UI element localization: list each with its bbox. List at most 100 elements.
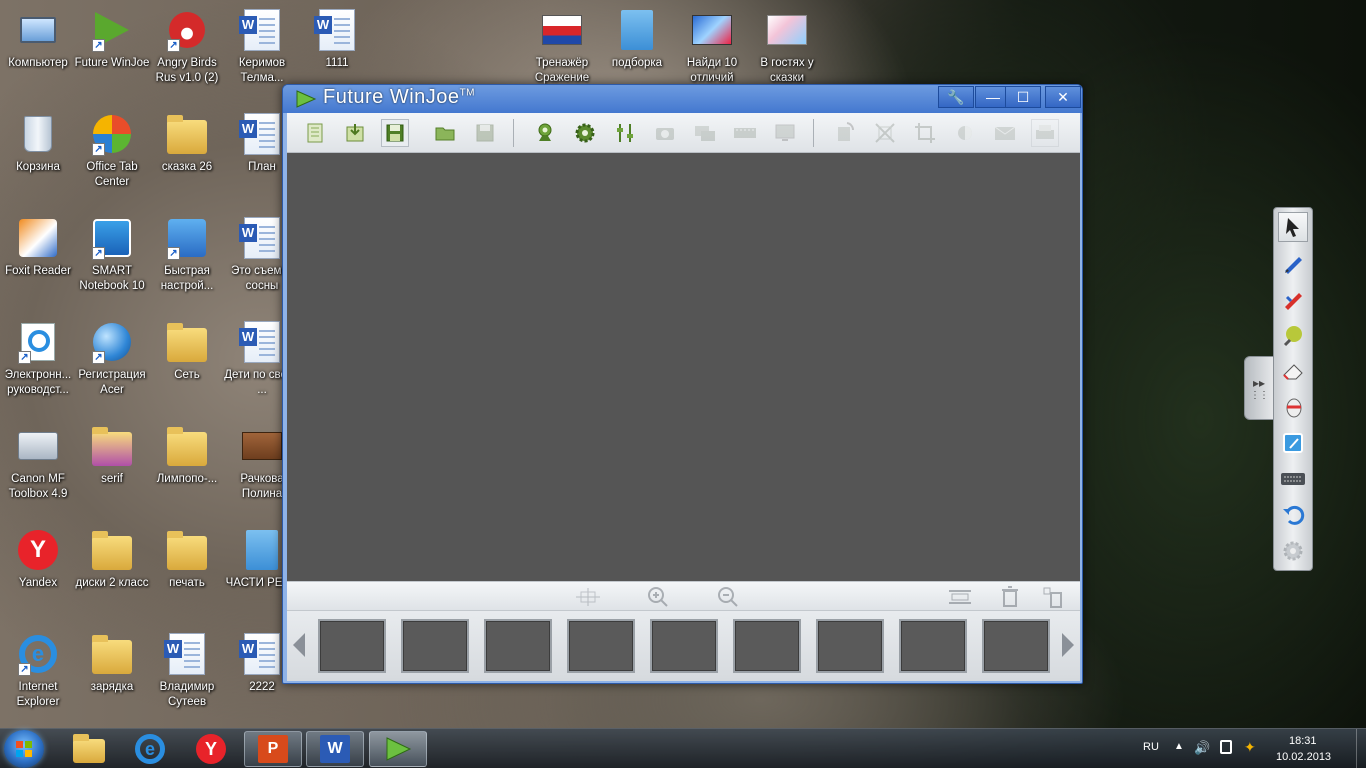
network-icon[interactable] [1220,740,1232,754]
smart-toolbar-toggle[interactable]: ▸▸ ⋮⋮ [1244,356,1274,420]
desktop-icon-internet-explorer[interactable]: e ↗ Internet Explorer [0,624,76,720]
scroll-left-arrow-icon[interactable] [293,633,305,657]
clock-time[interactable]: 18:31 [1289,735,1317,747]
display-button[interactable] [771,119,799,147]
clock-date[interactable]: 10.02.2013 [1276,751,1331,763]
burst-capture-button[interactable] [691,119,719,147]
desktop-icon-yandex[interactable]: Y Yandex [0,520,76,616]
taskbar-explorer[interactable] [60,731,118,767]
adjustments-button[interactable] [611,119,639,147]
thumbnail-slot[interactable] [318,619,386,673]
import-button[interactable] [341,119,369,147]
preview-canvas[interactable] [287,153,1080,581]
delete-all-button[interactable] [1041,585,1065,609]
taskbar-yandex[interactable]: Y [182,731,240,767]
camera-source-button[interactable] [531,119,559,147]
desktop-icon-network[interactable]: Сеть [149,312,225,408]
smart-settings-tool[interactable] [1278,536,1308,566]
delete-thumbnail-button[interactable] [999,585,1021,609]
highlighter-tool[interactable] [1278,320,1308,350]
camera-icon [656,128,674,140]
desktop-icon-canon[interactable]: Canon MF Toolbox 4.9 [0,416,76,512]
thumbnail-slot[interactable] [650,619,718,673]
thumbnail-slot[interactable] [982,619,1050,673]
open-folder-button[interactable] [431,119,459,147]
desktop-icon-podborka[interactable]: подборка [599,0,675,96]
thumbnail-slot[interactable] [733,619,801,673]
desktop-icon-recycle-bin[interactable]: Корзина [0,104,76,200]
desktop-icon-angry-birds[interactable]: ↗ Angry Birds Rus v1.0 (2) [149,0,225,96]
desktop-icon-office-tab[interactable]: ↗ Office Tab Center [74,104,150,200]
rotate-icon [838,122,855,141]
thumbnail-strip [287,611,1080,681]
new-page-button[interactable] [301,119,329,147]
taskbar-internet-explorer[interactable]: e [121,731,179,767]
crop-button[interactable] [911,119,939,147]
title-bar[interactable]: Future WinJoeTM 🔧 — ☐ ✕ [283,85,1082,113]
desktop-icon-pechat[interactable]: печать [149,520,225,616]
double-chevron-right-icon: ▸▸ [1252,375,1266,390]
show-desktop-button[interactable] [1356,729,1366,768]
pen-tool-blue[interactable] [1278,248,1308,278]
desktop-icon-v-gostyah[interactable]: В гостях у сказки [749,0,825,96]
zoom-in-button[interactable] [646,585,670,609]
show-hidden-icons-arrow-icon[interactable]: ▲ [1174,741,1184,752]
thumbnail-slot[interactable] [401,619,469,673]
video-record-button[interactable] [731,119,759,147]
undo-tool[interactable] [1278,500,1308,530]
desktop-icon-limpopo[interactable]: Лимпопо-... [149,416,225,512]
settings-gear-button[interactable] [571,119,599,147]
desktop-icon-quick-setup[interactable]: ↗ Быстрая настрой... [149,208,225,304]
volume-icon[interactable]: 🔊 [1194,740,1210,756]
pen-tool-red[interactable] [1278,284,1308,314]
save-button[interactable] [471,119,499,147]
fit-width-button[interactable] [947,586,973,608]
thumbnail-slot[interactable] [484,619,552,673]
desktop-icon-skazka-26[interactable]: сказка 26 [149,104,225,200]
notebook-tool[interactable] [1278,428,1308,458]
eraser-tool[interactable] [1278,356,1308,386]
desktop-icon-foxit[interactable]: Foxit Reader [0,208,76,304]
word-doc-icon [239,216,284,260]
start-button[interactable] [4,730,44,768]
desktop-icon-zaryadka[interactable]: зарядка [74,624,150,720]
desktop-icon-1111[interactable]: 1111 [299,0,375,96]
fit-button[interactable] [871,119,899,147]
desktop-icon-naidi-10[interactable]: Найди 10 отличий [674,0,750,96]
zoom-out-button[interactable] [716,585,740,609]
desktop-icon-trenazher[interactable]: Тренажёр Сражение [524,0,600,96]
center-crosshair-button[interactable] [573,586,603,608]
save-as-button[interactable] [381,119,409,147]
thumbnail-slot[interactable] [567,619,635,673]
contrast-button[interactable] [951,119,979,147]
email-button[interactable] [991,119,1019,147]
desktop-icon-computer[interactable]: Компьютер [0,0,76,96]
taskbar-future-winjoe[interactable] [369,731,427,767]
desktop-icon-suteev[interactable]: Владимир Сутеев [149,624,225,720]
settings-button[interactable]: 🔧 [938,86,974,108]
computer-icon [16,8,60,52]
taskbar-word[interactable]: W [306,731,364,767]
rotate-button[interactable] [831,119,859,147]
magic-pen-tool[interactable] [1278,392,1308,422]
desktop-icon-serif[interactable]: serif [74,416,150,512]
taskbar-powerpoint[interactable]: P [244,731,302,767]
snapshot-button[interactable] [651,119,679,147]
desktop-icon-future-winjoe[interactable]: ↗ Future WinJoe [74,0,150,96]
keyboard-tool[interactable] [1278,464,1308,494]
desktop-icon-e-manual[interactable]: ↗ Электронн... руководст... [0,312,76,408]
maximize-button[interactable]: ☐ [1005,86,1041,108]
scroll-right-arrow-icon[interactable] [1062,633,1074,657]
desktop-icon-acer-registration[interactable]: ↗ Регистрация Acer [74,312,150,408]
desktop-icon-disks[interactable]: диски 2 класс [74,520,150,616]
desktop-icon-smart-notebook[interactable]: ↗ SMART Notebook 10 [74,208,150,304]
language-indicator[interactable]: RU [1143,741,1159,753]
action-center-icon[interactable]: ✦ [1244,739,1256,756]
thumbnail-slot[interactable] [816,619,884,673]
select-tool[interactable] [1278,212,1308,242]
smart-floating-toolbar [1273,207,1313,571]
desktop-icon-kerimov[interactable]: Керимов Телма... [224,0,300,96]
thumbnail-slot[interactable] [899,619,967,673]
print-button[interactable] [1031,119,1059,147]
close-button[interactable]: ✕ [1045,86,1081,108]
